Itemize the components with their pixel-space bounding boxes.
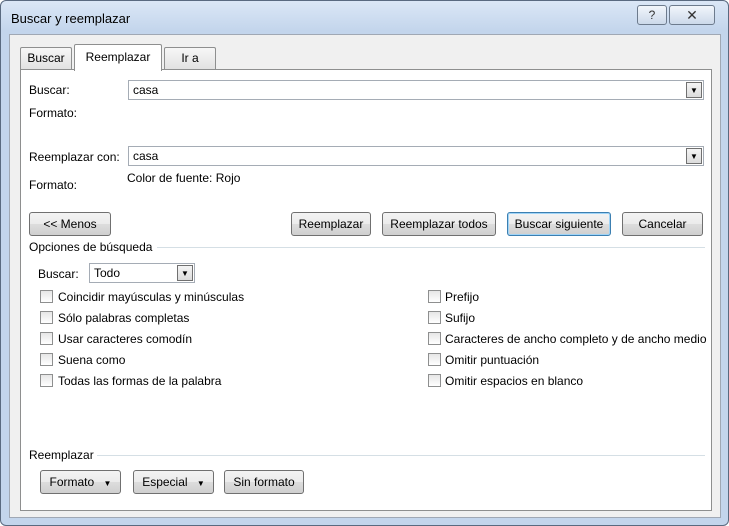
replace-all-button[interactable]: Reemplazar todos <box>382 212 496 236</box>
title-bar[interactable]: Buscar y reemplazar ? ✕ <box>1 1 728 37</box>
search-direction-label: Buscar: <box>38 267 79 281</box>
match-case-label[interactable]: Coincidir mayúsculas y minúsculas <box>58 290 244 304</box>
no-format-button[interactable]: Sin formato <box>224 470 304 494</box>
whole-words-checkbox[interactable] <box>40 311 53 324</box>
replace-panel: Buscar: casa ▼ Formato: Reemplazar con: … <box>20 69 712 511</box>
tab-label: Reemplazar <box>85 50 151 64</box>
replace-input[interactable]: casa ▼ <box>128 146 704 166</box>
find-replace-dialog: Buscar y reemplazar ? ✕ Buscar Reemplaza… <box>0 0 729 526</box>
find-label: Buscar: <box>29 83 70 97</box>
ignore-punctuation-checkbox[interactable] <box>428 353 441 366</box>
search-direction-value: Todo <box>94 266 121 280</box>
help-button[interactable]: ? <box>637 5 667 25</box>
tab-label: Buscar <box>27 51 65 65</box>
find-dropdown-arrow-icon[interactable]: ▼ <box>686 82 702 98</box>
special-button-label: Especial <box>142 475 188 489</box>
prefix-label[interactable]: Prefijo <box>445 290 479 304</box>
dialog-body: Buscar Reemplazar Ir a Buscar: casa ▼ Fo… <box>9 34 721 518</box>
whole-words-label[interactable]: Sólo palabras completas <box>58 311 189 325</box>
replace-format-label: Formato: <box>29 178 78 192</box>
window-title: Buscar y reemplazar <box>11 11 131 26</box>
all-word-forms-checkbox[interactable] <box>40 374 53 387</box>
match-case-checkbox[interactable] <box>40 290 53 303</box>
replace-label: Reemplazar con: <box>29 150 120 164</box>
replace-section-divider <box>97 455 705 456</box>
format-button[interactable]: Formato ▼ <box>40 470 121 494</box>
find-input[interactable]: casa ▼ <box>128 80 704 100</box>
sounds-like-checkbox[interactable] <box>40 353 53 366</box>
cancel-button[interactable]: Cancelar <box>622 212 703 236</box>
sounds-like-label[interactable]: Suena como <box>58 353 125 367</box>
dropdown-arrow-icon: ▼ <box>196 479 205 488</box>
width-label[interactable]: Caracteres de ancho completo y de ancho … <box>445 332 707 346</box>
prefix-checkbox[interactable] <box>428 290 441 303</box>
ignore-punctuation-label[interactable]: Omitir puntuación <box>445 353 539 367</box>
find-next-button[interactable]: Buscar siguiente <box>507 212 611 236</box>
replace-button[interactable]: Reemplazar <box>291 212 371 236</box>
wildcards-checkbox[interactable] <box>40 332 53 345</box>
tab-buscar[interactable]: Buscar <box>20 47 72 69</box>
dropdown-arrow-icon: ▼ <box>103 479 112 488</box>
replace-format-value: Color de fuente: Rojo <box>127 171 241 185</box>
replace-value: casa <box>133 149 159 163</box>
tab-label: Ir a <box>181 51 199 65</box>
find-format-label: Formato: <box>29 106 78 120</box>
search-direction-arrow-icon[interactable]: ▼ <box>177 265 193 281</box>
close-icon: ✕ <box>686 7 698 23</box>
replace-dropdown-arrow-icon[interactable]: ▼ <box>686 148 702 164</box>
format-button-label: Formato <box>49 475 95 489</box>
replace-section-heading: Reemplazar <box>29 448 94 462</box>
ignore-whitespace-checkbox[interactable] <box>428 374 441 387</box>
tab-reemplazar[interactable]: Reemplazar <box>74 44 162 71</box>
suffix-label[interactable]: Sufijo <box>445 311 475 325</box>
help-icon: ? <box>648 8 656 22</box>
less-button[interactable]: << Menos <box>29 212 111 236</box>
ignore-whitespace-label[interactable]: Omitir espacios en blanco <box>445 374 583 388</box>
close-button[interactable]: ✕ <box>669 5 715 25</box>
special-button[interactable]: Especial ▼ <box>133 470 214 494</box>
search-options-heading: Opciones de búsqueda <box>29 240 153 254</box>
all-word-forms-label[interactable]: Todas las formas de la palabra <box>58 374 221 388</box>
find-value: casa <box>133 83 159 97</box>
wildcards-label[interactable]: Usar caracteres comodín <box>58 332 192 346</box>
search-options-divider <box>157 247 705 248</box>
suffix-checkbox[interactable] <box>428 311 441 324</box>
width-checkbox[interactable] <box>428 332 441 345</box>
search-direction-select[interactable]: Todo ▼ <box>89 263 195 283</box>
tab-ir-a[interactable]: Ir a <box>164 47 216 69</box>
